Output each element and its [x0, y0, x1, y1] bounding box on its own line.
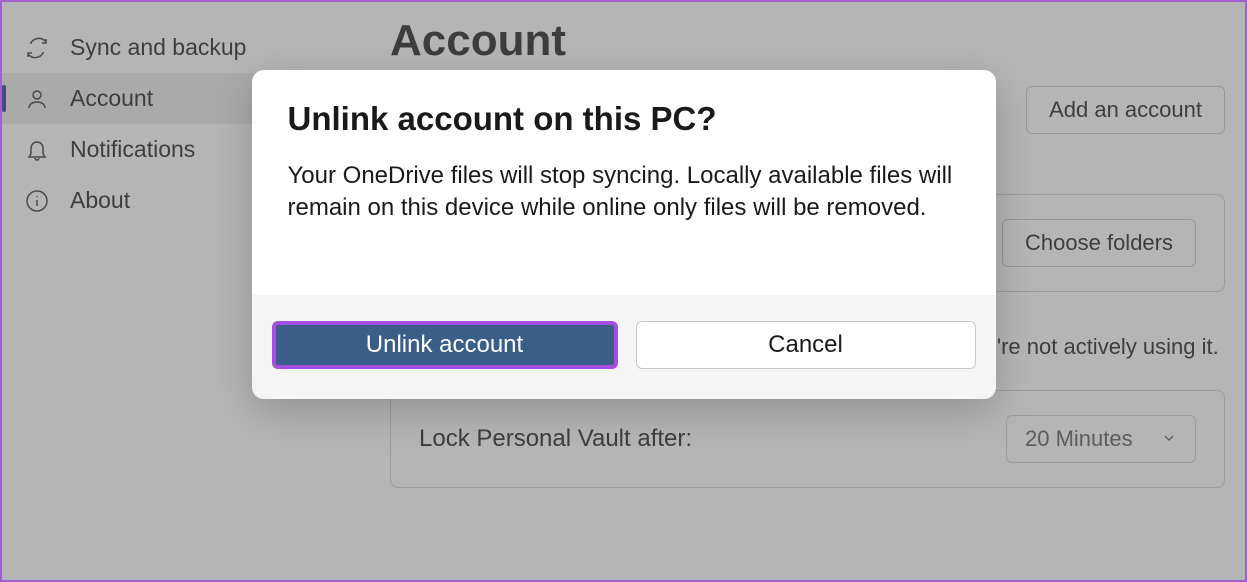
dialog-text: Your OneDrive files will stop syncing. L…: [288, 160, 960, 225]
cancel-button[interactable]: Cancel: [636, 321, 976, 369]
unlink-account-button[interactable]: Unlink account: [272, 321, 618, 369]
modal-overlay: Unlink account on this PC? Your OneDrive…: [2, 2, 1245, 580]
dialog-title: Unlink account on this PC?: [288, 100, 960, 138]
dialog-body: Unlink account on this PC? Your OneDrive…: [252, 70, 996, 295]
dialog-footer: Unlink account Cancel: [252, 295, 996, 399]
unlink-dialog: Unlink account on this PC? Your OneDrive…: [252, 70, 996, 399]
